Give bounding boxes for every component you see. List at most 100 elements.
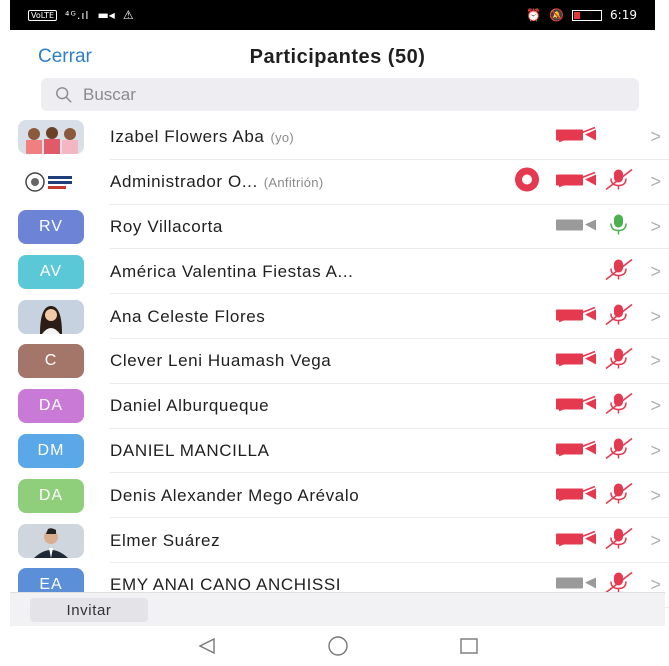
battery-icon bbox=[572, 9, 603, 21]
search-placeholder: Buscar bbox=[83, 84, 136, 104]
status-left: VoLTE ⁴ᴳ.ıl ▬◂ ⚠ bbox=[28, 8, 134, 22]
alarm-icon: ⏰ bbox=[526, 8, 542, 22]
avatar-photo bbox=[18, 523, 84, 558]
participant-name: Administrador O... bbox=[110, 172, 258, 192]
participant-status-icons: > bbox=[509, 429, 669, 474]
participant-name: Roy Villacorta bbox=[110, 216, 223, 236]
microphone-muted-icon bbox=[604, 257, 634, 286]
volte-indicator: VoLTE bbox=[28, 9, 58, 21]
participant-row[interactable]: AV América Valentina Fiestas A... > bbox=[10, 249, 669, 294]
microphone-muted-icon bbox=[604, 481, 634, 510]
participant-name-group: América Valentina Fiestas A... bbox=[110, 262, 354, 282]
participant-name: DANIEL MANCILLA bbox=[110, 440, 270, 460]
signal-icon: ⁴ᴳ.ıl bbox=[65, 8, 90, 22]
chevron-right-icon[interactable]: > bbox=[650, 306, 661, 327]
chevron-right-icon[interactable]: > bbox=[650, 172, 661, 193]
microphone-muted-icon bbox=[604, 302, 634, 331]
participant-status-icons: > bbox=[509, 339, 669, 384]
video-camera-off-icon bbox=[556, 530, 598, 551]
participant-row[interactable]: Elmer Suárez > bbox=[10, 518, 669, 563]
avatar-initials: AV bbox=[18, 254, 84, 289]
participant-status-icons: > bbox=[509, 249, 669, 294]
participant-name-group: DANIEL MANCILLA bbox=[110, 441, 270, 461]
microphone-muted-icon bbox=[604, 526, 634, 555]
back-nav-icon[interactable] bbox=[197, 637, 217, 655]
page-title: Participantes (50) bbox=[249, 45, 426, 68]
participant-name-group: Denis Alexander Mego Arévalo bbox=[110, 486, 359, 506]
video-camera-off-icon bbox=[556, 127, 598, 148]
participant-status-icons: > bbox=[509, 518, 669, 563]
participant-role-tag: (Anfitrión) bbox=[263, 175, 324, 191]
avatar-photo bbox=[18, 299, 84, 334]
participant-name-group: Ana Celeste Flores bbox=[110, 307, 265, 327]
recents-nav-icon[interactable] bbox=[459, 637, 479, 655]
footer: Invitar bbox=[10, 592, 665, 626]
mute-notifications-icon: 🔕 bbox=[549, 8, 565, 22]
participant-name: Clever Leni Huamash Vega bbox=[110, 351, 332, 371]
video-camera-off-icon bbox=[556, 440, 598, 461]
participant-row[interactable]: RV Roy Villacorta > bbox=[10, 205, 669, 250]
participant-row[interactable]: Izabel Flowers Aba (yo) > bbox=[10, 115, 669, 160]
chevron-right-icon[interactable]: > bbox=[650, 216, 661, 237]
participant-name: Elmer Suárez bbox=[110, 530, 221, 550]
system-nav-bar bbox=[10, 626, 665, 666]
avatar-photo bbox=[18, 120, 84, 155]
chevron-right-icon[interactable]: > bbox=[650, 485, 661, 506]
search-icon bbox=[56, 86, 72, 103]
cast-icon: ▬◂ bbox=[97, 8, 115, 22]
participant-name-group: Izabel Flowers Aba (yo) bbox=[110, 127, 294, 147]
participant-name-group: Administrador O... (Anfitrión) bbox=[110, 172, 323, 192]
chevron-right-icon[interactable]: > bbox=[650, 351, 661, 372]
participant-status-icons: > bbox=[509, 384, 669, 429]
participant-name-group: Elmer Suárez bbox=[110, 531, 220, 551]
participant-status-icons: > bbox=[509, 294, 669, 339]
participant-name: América Valentina Fiestas A... bbox=[110, 261, 354, 281]
video-camera-off-icon bbox=[556, 351, 598, 372]
clock: 6:19 bbox=[610, 8, 637, 22]
participant-row[interactable]: Administrador O... (Anfitrión) > bbox=[10, 160, 669, 205]
participant-row[interactable]: DM DANIEL MANCILLA > bbox=[10, 429, 669, 474]
chevron-right-icon[interactable]: > bbox=[650, 440, 661, 461]
participant-name: Daniel Alburqueque bbox=[110, 396, 270, 416]
participant-name-group: Roy Villacorta bbox=[110, 217, 223, 237]
chevron-right-icon[interactable]: > bbox=[650, 396, 661, 417]
video-camera-off-icon bbox=[556, 306, 598, 327]
warning-icon: ⚠ bbox=[122, 8, 134, 22]
microphone-muted-icon bbox=[604, 436, 634, 465]
search-input[interactable]: Buscar bbox=[41, 78, 639, 111]
video-camera-off-icon bbox=[556, 485, 598, 506]
participant-status-icons: > bbox=[509, 115, 669, 160]
participant-row[interactable]: Ana Celeste Flores > bbox=[10, 294, 669, 339]
participant-list: Izabel Flowers Aba (yo) > Administrador O..… bbox=[10, 115, 669, 608]
microphone-muted-icon bbox=[604, 392, 634, 421]
avatar-initials: DM bbox=[18, 433, 84, 468]
recording-icon bbox=[514, 167, 540, 198]
participant-status-icons: > bbox=[509, 473, 669, 518]
participant-row[interactable]: DA Daniel Alburqueque > bbox=[10, 384, 669, 429]
status-bar: VoLTE ⁴ᴳ.ıl ▬◂ ⚠ ⏰ 🔕 6:19 bbox=[10, 0, 655, 30]
host-logo-avatar bbox=[18, 165, 84, 200]
participant-row[interactable]: DA Denis Alexander Mego Arévalo > bbox=[10, 473, 669, 518]
invite-button[interactable]: Invitar bbox=[30, 598, 148, 622]
avatar-initials: RV bbox=[18, 209, 84, 244]
participant-name-group: Daniel Alburqueque bbox=[110, 396, 269, 416]
status-right: ⏰ 🔕 6:19 bbox=[526, 8, 637, 22]
microphone-icon bbox=[604, 212, 634, 241]
video-camera-off-icon bbox=[556, 171, 598, 193]
participant-name: Ana Celeste Flores bbox=[110, 306, 266, 326]
home-nav-icon[interactable] bbox=[327, 635, 349, 657]
chevron-right-icon[interactable]: > bbox=[650, 127, 661, 148]
participant-status-icons: > bbox=[509, 205, 669, 250]
participant-row[interactable]: C Clever Leni Huamash Vega > bbox=[10, 339, 669, 384]
microphone-muted-icon bbox=[604, 347, 634, 376]
video-camera-icon bbox=[556, 216, 598, 237]
participant-name: Denis Alexander Mego Arévalo bbox=[110, 485, 360, 505]
chevron-right-icon[interactable]: > bbox=[650, 530, 661, 551]
microphone-muted-icon bbox=[604, 168, 634, 197]
participant-name-group: Clever Leni Huamash Vega bbox=[110, 351, 331, 371]
header: Cerrar Participantes (50) bbox=[10, 30, 665, 84]
chevron-right-icon[interactable]: > bbox=[650, 261, 661, 282]
participant-name: Izabel Flowers Aba bbox=[110, 127, 265, 147]
video-camera-off-icon bbox=[556, 395, 598, 417]
close-button[interactable]: Cerrar bbox=[38, 46, 92, 68]
